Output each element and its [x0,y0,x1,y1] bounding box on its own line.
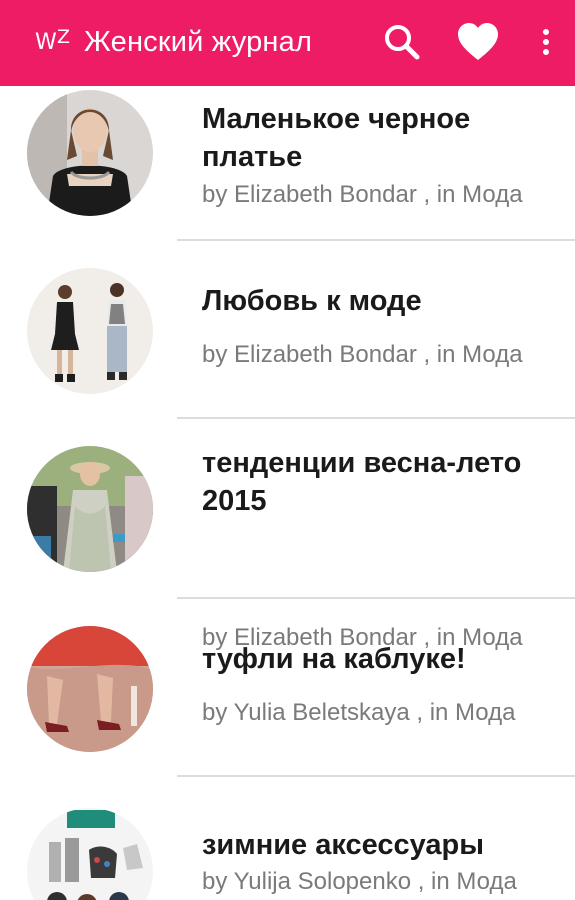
article-title: зимние аксессуары [202,829,484,861]
heart-icon [458,23,498,60]
article-title: Маленькое черное платье [202,103,471,173]
list-item[interactable]: Любовь к моде by Elizabeth Bondar , in М… [0,242,575,420]
article-title: Любовь к моде [202,285,422,317]
divider [177,417,575,419]
article-meta: by Elizabeth Bondar , in Мода [202,341,523,368]
app-title: Женский журнал [84,26,313,58]
list-item[interactable]: Маленькое черное платье by Elizabeth Bon… [0,86,575,242]
app-bar: W Z Женский журнал [0,0,575,86]
overflow-menu-button[interactable] [524,20,568,64]
search-button[interactable] [380,20,424,64]
list-item[interactable]: туфли на каблуке! by Yulia Beletskaya , … [0,600,575,778]
article-title: тенденции весна-лето 2015 [202,447,522,517]
search-icon [385,25,420,60]
divider [177,597,575,599]
article-thumbnail [27,90,153,216]
app-logo: W Z [33,26,75,60]
article-thumbnail [27,268,153,394]
article-meta: by Yulia Beletskaya , in Мода [202,699,516,726]
logo-letter-z: Z [57,26,71,48]
article-thumbnail [27,446,153,572]
article-meta: by Elizabeth Bondar , in Мода [202,181,523,208]
favorites-button[interactable] [456,20,500,64]
article-thumbnail [27,626,153,752]
divider [177,775,575,777]
logo-letter-w: W [35,30,57,55]
article-title: туфли на каблуке! [202,643,466,675]
list-item[interactable]: тенденции весна-лето 2015 by Elizabeth B… [0,420,575,651]
more-vert-icon [543,29,549,55]
article-meta: by Yulija Solopenko , in Мода [202,868,517,895]
list-item[interactable]: зимние аксессуары by Yulija Solopenko , … [0,778,575,900]
divider [177,239,575,241]
article-thumbnail [27,808,153,900]
